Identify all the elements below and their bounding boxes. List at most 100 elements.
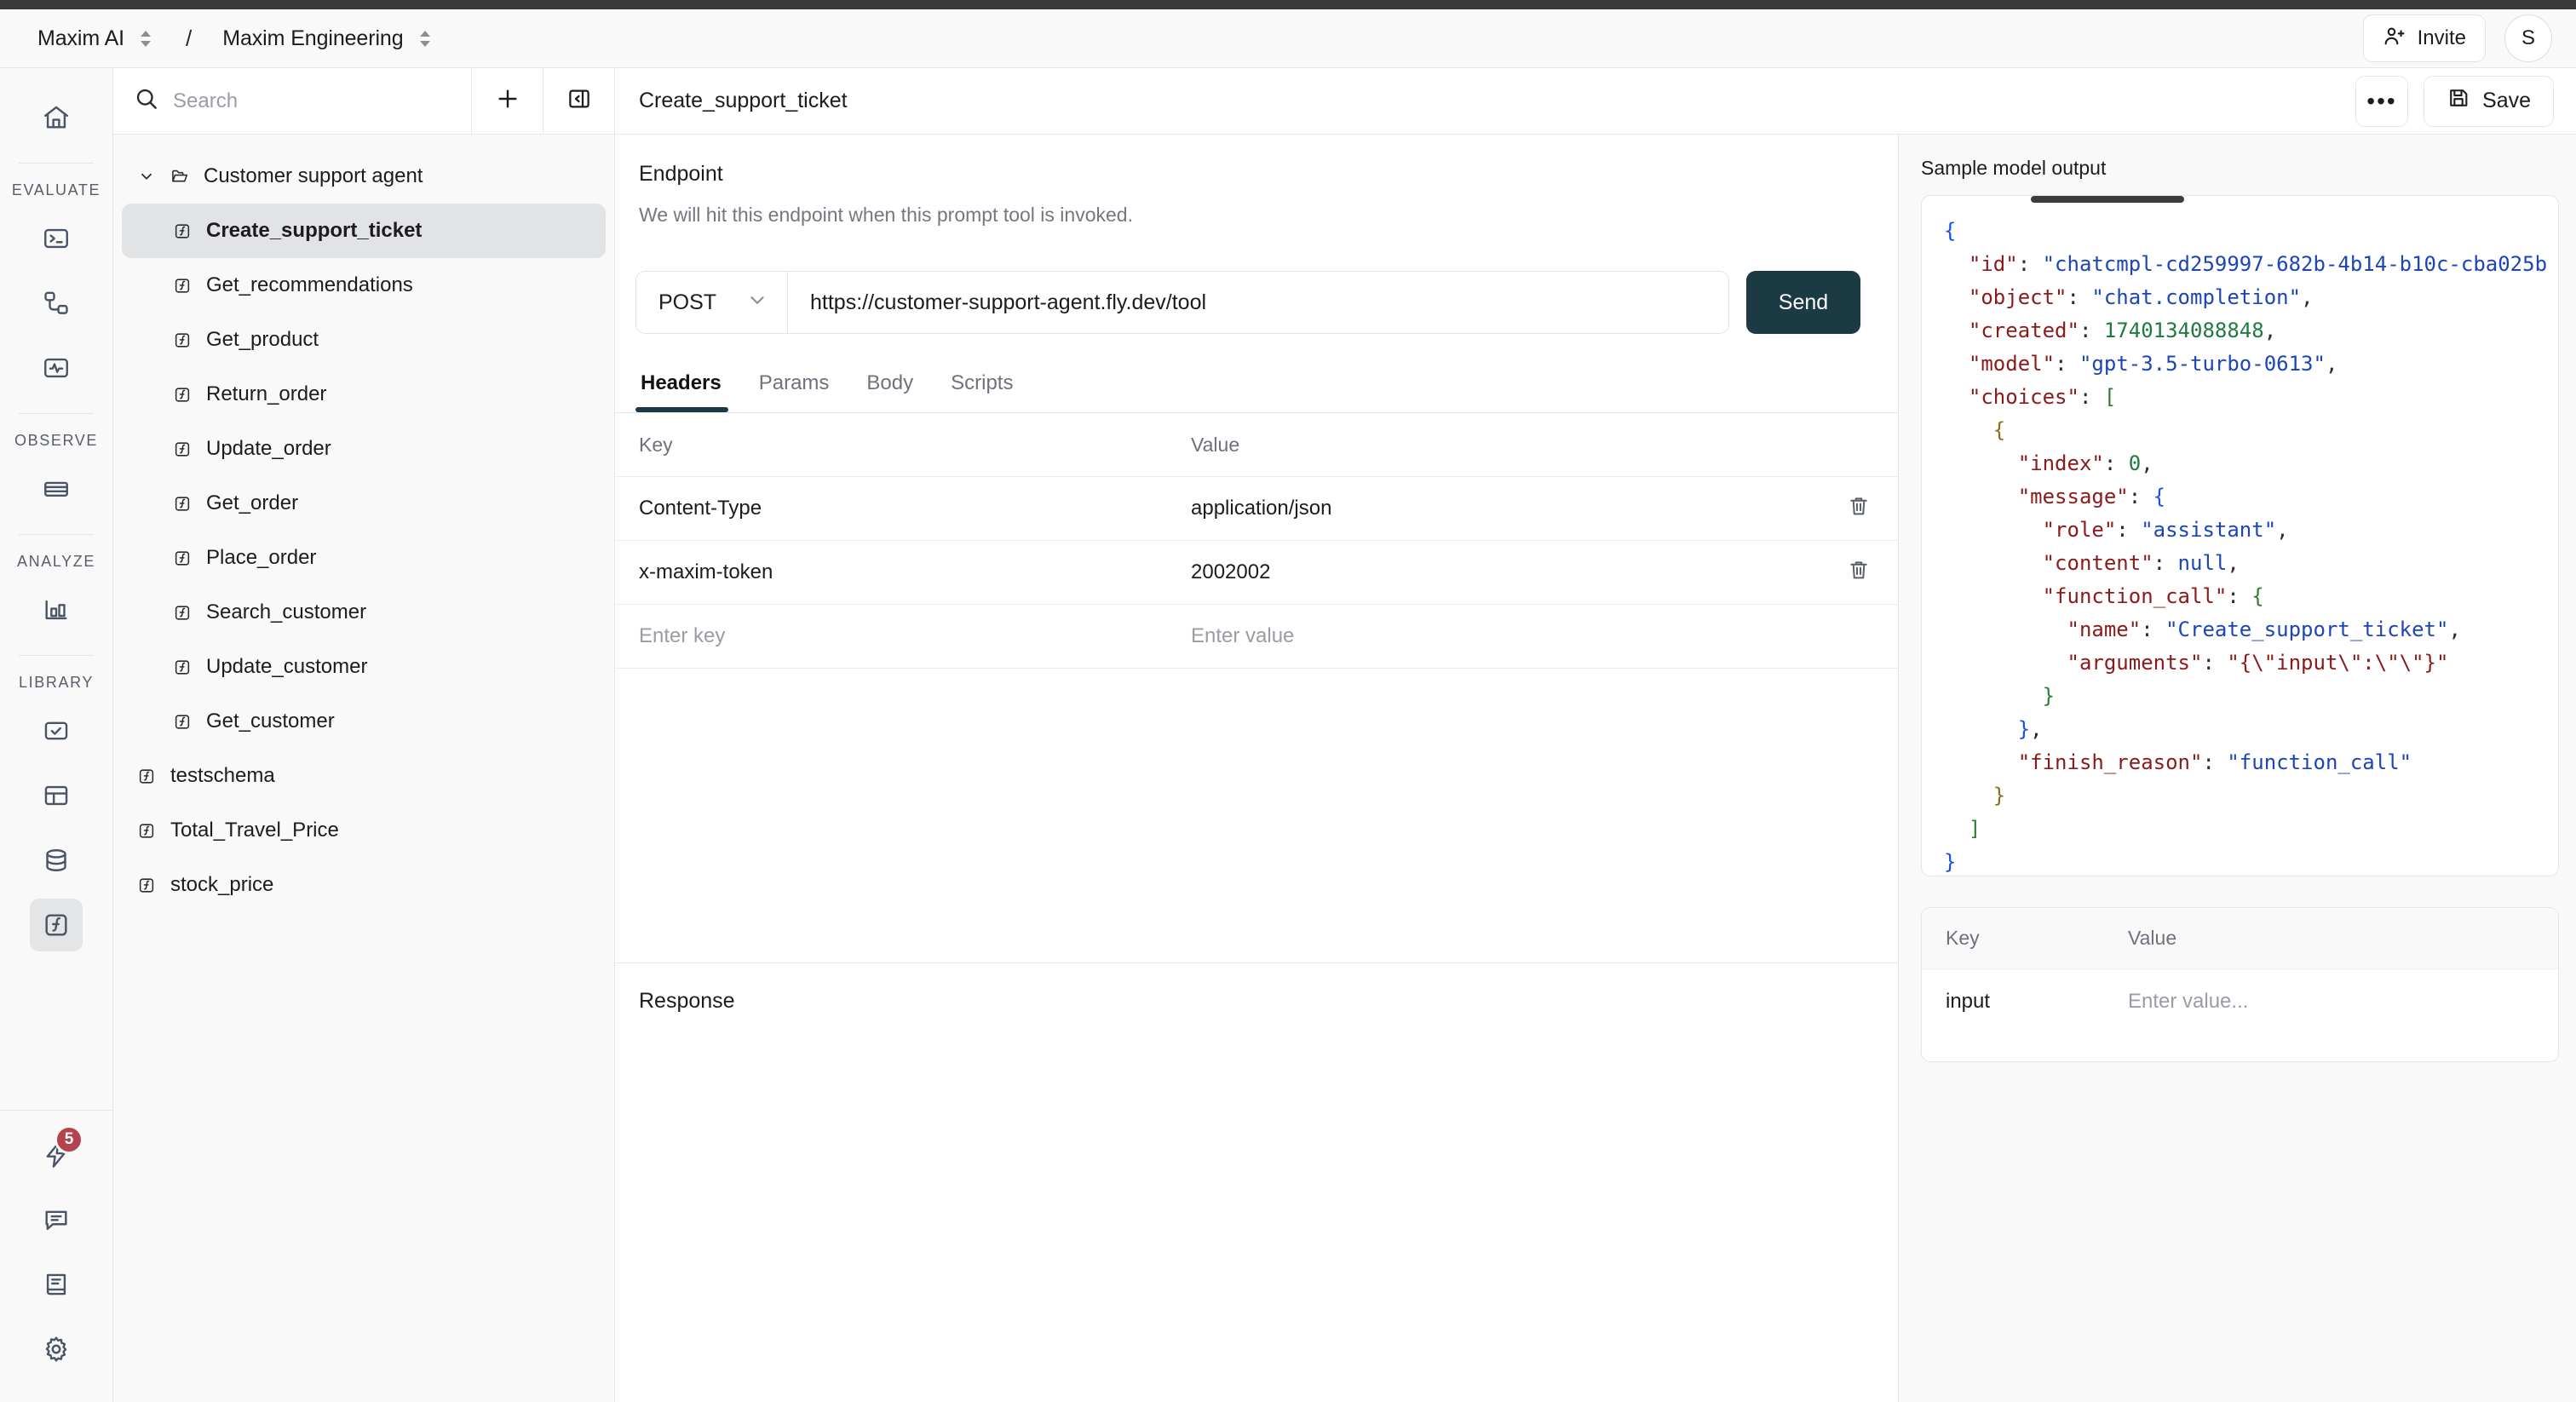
function-icon — [137, 874, 156, 897]
tree-item-label: Create_support_ticket — [206, 219, 423, 242]
tree-item-return_order[interactable]: Return_order — [122, 367, 606, 422]
tree-folder-row[interactable]: Customer support agent — [122, 149, 606, 204]
breadcrumb: Maxim AI / Maxim Engineering — [37, 26, 434, 52]
sidebar-item-context-sources[interactable] — [30, 834, 83, 887]
search-wrapper — [113, 68, 471, 134]
sidebar-item-simulations[interactable] — [30, 342, 83, 394]
save-button[interactable]: Save — [2424, 75, 2554, 127]
sidebar-item-prompt-tools[interactable] — [30, 899, 83, 951]
dataset-icon — [42, 781, 71, 810]
add-tool-button[interactable] — [471, 68, 543, 134]
tab-scripts[interactable]: Scripts — [932, 371, 1032, 412]
logs-icon — [42, 474, 71, 503]
code-line: "choices": [ — [1968, 385, 2117, 409]
database-icon — [42, 846, 71, 875]
tree-item-place_order[interactable]: Place_order — [122, 531, 606, 585]
code-line: "created": 1740134088848, — [1968, 319, 2277, 342]
trash-icon[interactable] — [1847, 494, 1871, 524]
table-row[interactable]: x-maxim-token 2002002 — [615, 541, 1898, 605]
header-key[interactable]: x-maxim-token — [639, 560, 1191, 584]
tree-item-update_order[interactable]: Update_order — [122, 422, 606, 476]
http-method-select[interactable]: POST — [636, 272, 788, 333]
function-icon — [173, 492, 192, 515]
search-icon — [134, 86, 159, 116]
header-value[interactable]: application/json — [1191, 497, 1838, 520]
sidebar-item-home[interactable] — [30, 91, 83, 144]
sidebar-item-alerts[interactable]: 5 — [30, 1125, 83, 1181]
tree-item-total_travel_price[interactable]: Total_Travel_Price — [122, 803, 606, 858]
function-icon — [173, 438, 192, 461]
code-line: "arguments": "{\"input\":\"\"}" — [2067, 651, 2449, 675]
tree-item-get_recommendations[interactable]: Get_recommendations — [122, 258, 606, 313]
tab-params[interactable]: Params — [740, 371, 848, 412]
trash-icon[interactable] — [1847, 558, 1871, 588]
variables-row[interactable]: input Enter value... — [1922, 969, 2558, 1034]
bar-chart-icon — [42, 595, 71, 624]
tab-body[interactable]: Body — [848, 371, 932, 412]
variable-key: input — [1946, 990, 1991, 1013]
ellipsis-icon: ••• — [2366, 87, 2397, 114]
app-root: Maxim AI / Maxim Engineering Invite S EV… — [0, 0, 2576, 1402]
tree-item-label: Update_order — [206, 437, 331, 460]
icon-rail: EVALUATE OBSERVE ANALYZE LIBRARY 5 — [0, 68, 113, 1402]
request-builder: Endpoint We will hit this endpoint when … — [615, 135, 1899, 1402]
tree-item-get_order[interactable]: Get_order — [122, 476, 606, 531]
sidebar-item-support-chat[interactable] — [30, 1193, 83, 1246]
tree-item-get_customer[interactable]: Get_customer — [122, 694, 606, 749]
tree-item-stock_price[interactable]: stock_price — [122, 858, 606, 912]
sidebar-item-prompts[interactable] — [30, 212, 83, 265]
search-input[interactable] — [173, 89, 471, 113]
send-button[interactable]: Send — [1746, 271, 1860, 334]
delete-header-button[interactable] — [1838, 558, 1879, 588]
rail-divider-5 — [0, 1110, 113, 1111]
page-title: Create_support_ticket — [639, 89, 848, 112]
headers-new-row[interactable]: Enter key Enter value — [615, 605, 1898, 669]
rail-group-library: LIBRARY — [19, 674, 94, 691]
rail-divider-3 — [19, 534, 94, 535]
variable-value-input[interactable]: Enter value... — [2128, 990, 2558, 1014]
tree-item-get_product[interactable]: Get_product — [122, 313, 606, 367]
chevron-updown-icon-workspace[interactable] — [136, 26, 155, 51]
rail-divider-4 — [19, 655, 94, 656]
header-key[interactable]: Content-Type — [639, 497, 1191, 520]
chevron-updown-icon-project[interactable] — [416, 26, 434, 51]
delete-header-button[interactable] — [1838, 494, 1879, 524]
endpoint-url-input[interactable] — [788, 272, 1728, 333]
new-header-key-input[interactable]: Enter key — [639, 624, 1191, 648]
function-icon — [173, 547, 192, 570]
breadcrumb-project[interactable]: Maxim Engineering — [222, 26, 403, 51]
tree-item-label: Get_customer — [206, 710, 335, 733]
variables-table: Key Value input Enter value... — [1921, 907, 2559, 1062]
sample-output-card: { "id": "chatcmpl-cd259997-682b-4b14-b10… — [1921, 195, 2559, 876]
more-options-button[interactable]: ••• — [2355, 75, 2409, 127]
breadcrumb-workspace[interactable]: Maxim AI — [37, 26, 124, 51]
tree-item-update_customer[interactable]: Update_customer — [122, 640, 606, 694]
function-icon — [42, 911, 71, 939]
tree-item-create_support_ticket[interactable]: Create_support_ticket — [122, 204, 606, 258]
tab-headers[interactable]: Headers — [635, 371, 740, 412]
code-horizontal-scrollbar[interactable] — [2031, 196, 2184, 203]
collapse-sidebar-button[interactable] — [543, 68, 614, 134]
tree-item-testschema[interactable]: testschema — [122, 749, 606, 803]
endpoint-input-group: POST — [635, 271, 1729, 334]
sidebar-item-settings[interactable] — [30, 1323, 83, 1376]
response-section: Response — [615, 962, 1898, 1402]
header-value[interactable]: 2002002 — [1191, 560, 1838, 584]
sample-output-code[interactable]: { "id": "chatcmpl-cd259997-682b-4b14-b10… — [1922, 196, 2558, 876]
top-bar: Maxim AI / Maxim Engineering Invite S — [0, 9, 2576, 68]
code-line: }, — [2017, 717, 2043, 741]
body-row: EVALUATE OBSERVE ANALYZE LIBRARY 5 Searc… — [0, 68, 2576, 1402]
tree-item-label: Return_order — [206, 382, 327, 405]
new-header-value-input[interactable]: Enter value — [1191, 624, 1838, 648]
sidebar-item-workflows[interactable] — [30, 277, 83, 330]
sidebar-item-docs[interactable] — [30, 1258, 83, 1311]
table-row[interactable]: Content-Type application/json — [615, 477, 1898, 541]
avatar[interactable]: S — [2504, 14, 2552, 62]
sidebar-item-analytics[interactable] — [30, 583, 83, 636]
sidebar-item-datasets[interactable] — [30, 769, 83, 822]
sidebar-item-logs[interactable] — [30, 463, 83, 515]
sidebar-item-evaluators[interactable] — [30, 704, 83, 757]
tree-item-search_customer[interactable]: Search_customer — [122, 585, 606, 640]
invite-button[interactable]: Invite — [2362, 14, 2486, 62]
chevron-down-icon[interactable] — [137, 166, 156, 187]
